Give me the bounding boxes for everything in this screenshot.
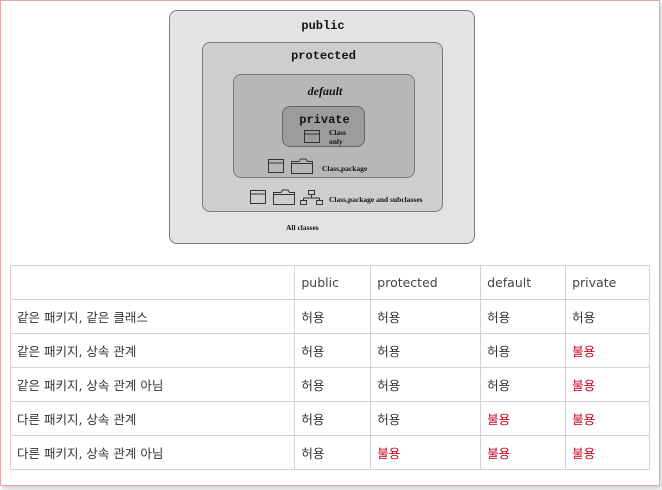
permission-cell: 불용 [565,435,650,470]
table-row: 다른 패키지, 상속 관계 허용 허용 불용 불용 [9,401,650,436]
table-row: 같은 패키지, 같은 클래스 허용 허용 허용 허용 [9,299,650,334]
class-only-line2: only [329,137,343,146]
permission-cell: 불용 [565,333,650,368]
class-icon [304,130,320,143]
subclasses-caption: Class,package and subclasses [329,195,423,204]
permission-cell: 허용 [294,299,372,334]
header-cell-public: public [294,265,372,300]
permission-cell: 불용 [480,401,567,436]
table-row: 다른 패키지, 상속 관계 아님 허용 불용 불용 불용 [9,435,650,470]
permission-cell: 허용 [294,401,372,436]
permission-cell: 허용 [294,435,372,470]
permission-cell: 허용 [565,299,650,334]
permission-cell: 허용 [370,401,482,436]
header-cell-private: private [565,265,650,300]
header-cell-protected: protected [370,265,482,300]
permission-cell: 허용 [370,299,482,334]
package-folder-icon [273,189,295,205]
permission-cell: 허용 [370,367,482,402]
default-label: default [307,84,343,98]
header-cell-empty [9,265,296,300]
permission-cell: 불용 [480,435,567,470]
table-row: 같은 패키지, 상속 관계 아님 허용 허용 허용 불용 [9,367,650,402]
class-only-line1: Class [329,128,347,137]
protected-label: protected [291,49,356,63]
private-label: private [299,113,350,127]
private-scope-box: private Class only [282,106,365,147]
row-label-cell: 같은 패키지, 상속 관계 아님 [9,367,296,402]
class-package-caption: Class,package [322,164,368,173]
all-classes-caption: All classes [286,223,319,232]
public-label: public [301,19,345,33]
permission-cell: 불용 [565,401,650,436]
package-folder-icon [291,158,313,174]
permission-cell: 불용 [565,367,650,402]
table-header-row: public protected default private [9,265,650,300]
permission-cell: 허용 [480,367,567,402]
class-icon [250,190,266,204]
class-icon [268,159,284,173]
permission-cell: 허용 [480,299,567,334]
permission-cell: 허용 [370,333,482,368]
content-frame: public All classes protected Class,packa… [0,0,660,486]
header-cell-default: default [480,265,567,300]
permission-cell: 허용 [294,367,372,402]
row-label-cell: 같은 패키지, 상속 관계 [9,333,296,368]
access-modifier-table: public protected default private 같은 패키지,… [9,265,650,470]
row-label-cell: 같은 패키지, 같은 클래스 [9,299,296,334]
class-only-caption: Class only [329,128,346,146]
permission-cell: 허용 [294,333,372,368]
row-label-cell: 다른 패키지, 상속 관계 [9,401,296,436]
row-label-cell: 다른 패키지, 상속 관계 아님 [9,435,296,470]
subclass-hierarchy-icon [300,190,323,205]
permission-cell: 허용 [480,333,567,368]
table-row: 같은 패키지, 상속 관계 허용 허용 허용 불용 [9,333,650,368]
permission-cell: 불용 [370,435,482,470]
